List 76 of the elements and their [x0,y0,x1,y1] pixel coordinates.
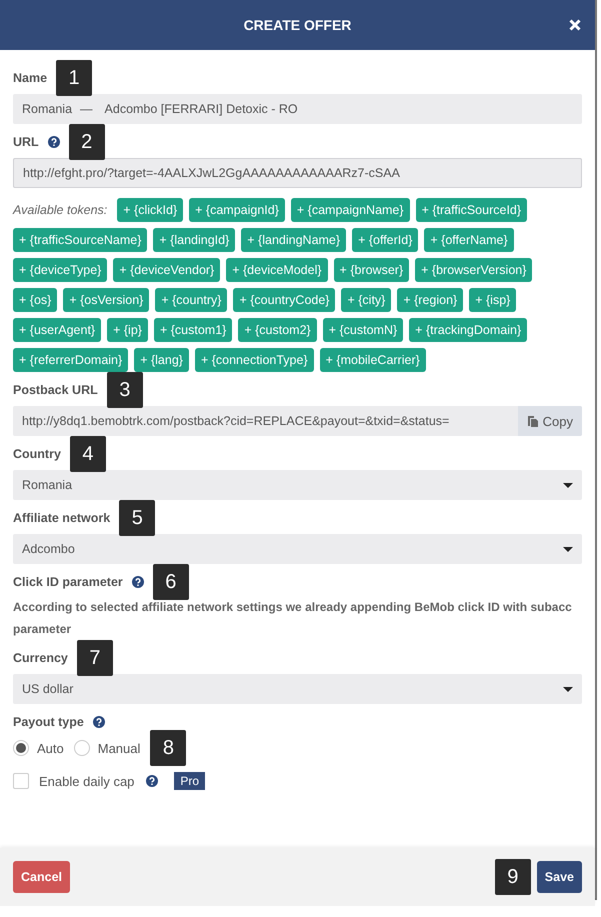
field-label: Country [13,447,61,461]
token-button[interactable]: + {osVersion} [63,288,150,312]
caret-icon [563,546,573,552]
token-button[interactable]: + {countryCode} [233,288,336,312]
token-button[interactable]: + {landingName} [241,228,346,252]
token-button[interactable]: + {referrerDomain} [13,348,128,372]
token-button[interactable]: + {browser} [334,258,410,282]
postback-url-field[interactable]: http://y8dq1.bemobtrk.com/postback?cid=REPLACE&payout=&txid=&status= [13,406,518,436]
save-button[interactable]: Save [536,861,582,893]
radio-option[interactable]: Manual [74,740,140,756]
token-button[interactable]: + {deviceType} [13,258,108,282]
field-label: Postback URL [13,383,98,397]
token-button[interactable]: + {browserVersion} [415,258,532,282]
radio-button[interactable] [74,740,90,756]
token-button[interactable]: + {country} [155,288,228,312]
token-button[interactable]: + {os} [13,288,58,312]
callout-number: 1 [56,60,92,96]
token-button[interactable]: + {region} [397,288,464,312]
token-button[interactable]: + {deviceModel} [226,258,328,282]
token-button[interactable]: + {trafficSourceName} [13,228,148,252]
field-label: URL [13,135,39,149]
token-button[interactable]: + {ip} [107,318,148,342]
token-button[interactable]: + {campaignId} [189,198,285,222]
token-button[interactable]: + {city} [341,288,392,312]
token-button[interactable]: + {customN} [322,318,404,342]
callout-number: 3 [106,372,143,408]
help-icon[interactable] [132,576,144,588]
token-button[interactable]: + {offerName} [424,228,514,252]
callout-number: 9 [494,859,531,895]
field-label: Name [13,71,48,85]
token-button[interactable]: + {campaignName} [290,198,410,222]
select-field[interactable]: US dollar [13,674,582,704]
radio-option[interactable]: Auto [13,740,64,756]
callout-number: 6 [152,564,189,600]
token-button[interactable]: + {clickId} [117,198,184,222]
url-field[interactable]: http://efght.pro/?target=-4AALXJwL2GgAAAAAAAAAAAARz7-cSAA [13,158,582,188]
token-button[interactable]: + {offerId} [352,228,418,252]
cancel-button[interactable]: Cancel [13,861,70,893]
callout-number: 2 [68,124,105,160]
token-button[interactable]: + {deviceVendor} [113,258,220,282]
tokens-caption: Available tokens: [13,203,108,217]
callout-number: 7 [76,640,113,676]
dialog-title: CREATE OFFER [244,17,352,33]
description-text: According to selected affiliate network settings we already appending BeMob click ID with subacc parameter [13,599,573,638]
copy-icon [526,415,539,427]
token-button[interactable]: + {mobileCarrier} [320,348,426,372]
radio-button[interactable] [13,740,29,756]
token-button[interactable]: + {connectionType} [194,348,314,372]
select-field[interactable]: Romania [13,470,582,500]
token-button[interactable]: + {isp} [469,288,516,312]
token-button[interactable]: + {trackingDomain} [409,318,528,342]
caret-icon [563,482,573,488]
caret-icon [563,686,573,692]
field-label: Click ID parameter [13,575,123,589]
help-icon[interactable] [146,775,158,787]
token-button[interactable]: + {landingId} [153,228,236,252]
name-field[interactable]: Romania — Adcombo [FERRARI] Detoxic - RO [13,94,582,124]
token-button[interactable]: + {custom1} [154,318,232,342]
checkbox-label: Enable daily cap [39,774,134,788]
token-button[interactable]: + {userAgent} [13,318,102,342]
callout-number: 5 [119,500,156,536]
callout-number: 8 [150,730,186,766]
copy-button[interactable]: Copy [518,406,582,436]
token-button[interactable]: + {lang} [134,348,189,372]
checkbox[interactable] [13,773,29,789]
select-field[interactable]: Adcombo [13,534,582,564]
field-label: Affiliate network [13,511,110,525]
help-icon[interactable] [48,136,60,148]
field-label: Currency [13,651,68,665]
field-label: Payout type [13,715,84,729]
help-icon[interactable] [92,716,105,728]
token-button[interactable]: + {custom2} [238,318,317,342]
pro-badge: Pro [174,772,206,790]
callout-number: 4 [70,436,106,472]
close-icon[interactable] [569,19,581,31]
token-button[interactable]: + {trafficSourceId} [416,198,528,222]
